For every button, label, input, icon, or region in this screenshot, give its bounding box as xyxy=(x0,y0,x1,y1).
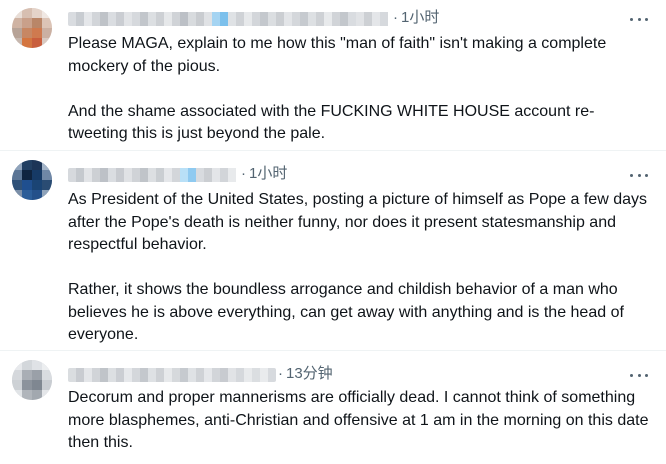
avatar-pixel xyxy=(32,360,42,370)
avatar-pixel xyxy=(42,380,52,390)
reply-text: Decorum and proper mannerisms are offici… xyxy=(68,389,653,451)
reply-timestamp[interactable]: 1小时 xyxy=(249,165,287,182)
reply-timestamp[interactable]: 13分钟 xyxy=(286,365,333,382)
more-horizontal-icon xyxy=(630,373,633,377)
avatar-pixel xyxy=(12,18,22,28)
avatar-pixel xyxy=(42,360,52,370)
more-options-button[interactable] xyxy=(630,166,648,184)
avatar-pixel xyxy=(42,38,52,48)
more-horizontal-icon xyxy=(645,173,648,177)
avatar[interactable] xyxy=(12,160,52,200)
reply-item[interactable]: · 1小时 Please MAGA, explain to me how this… xyxy=(0,0,666,150)
avatar-pixel xyxy=(42,180,52,190)
avatar-pixel xyxy=(32,390,42,400)
blurred-username[interactable] xyxy=(68,368,276,382)
meta-separator: · xyxy=(393,9,398,26)
avatar-pixel xyxy=(32,170,42,180)
reply-text: Please MAGA, explain to me how this "man… xyxy=(68,35,607,142)
avatar-pixel xyxy=(42,28,52,38)
avatar-pixel xyxy=(42,8,52,18)
avatar-pixel xyxy=(32,180,42,190)
avatar-pixel xyxy=(12,370,22,380)
reply-item[interactable]: · 13分钟 Decorum and proper mannerisms are … xyxy=(0,351,666,464)
avatar-pixel xyxy=(32,38,42,48)
avatar-pixel xyxy=(32,190,42,200)
avatar-pixel xyxy=(32,370,42,380)
avatar-pixel xyxy=(22,370,32,380)
reply-meta: · 1小时 xyxy=(391,9,439,27)
avatar[interactable] xyxy=(12,8,52,48)
avatar-pixel xyxy=(22,380,32,390)
reply-text: As President of the United States, posti… xyxy=(68,191,647,343)
more-horizontal-icon xyxy=(645,17,648,21)
avatar-pixel xyxy=(32,8,42,18)
avatar-pixel xyxy=(12,360,22,370)
meta-separator: · xyxy=(278,365,283,382)
avatar-pixel xyxy=(12,38,22,48)
avatar-pixel xyxy=(32,18,42,28)
blurred-username[interactable] xyxy=(68,168,238,182)
avatar-pixel xyxy=(32,380,42,390)
more-horizontal-icon xyxy=(637,17,641,21)
avatar-pixel xyxy=(12,160,22,170)
avatar-pixel xyxy=(12,8,22,18)
avatar[interactable] xyxy=(12,360,52,400)
avatar-pixel xyxy=(12,170,22,180)
more-options-button[interactable] xyxy=(630,366,648,384)
more-horizontal-icon xyxy=(630,17,633,21)
avatar-pixel xyxy=(42,18,52,28)
reply-meta: · 1小时 xyxy=(239,165,287,183)
more-horizontal-icon xyxy=(630,173,633,177)
avatar-pixel xyxy=(22,160,32,170)
reply-item[interactable]: · 1小时 As President of the United States, … xyxy=(0,151,666,350)
avatar-pixel xyxy=(22,390,32,400)
avatar-pixel xyxy=(22,18,32,28)
avatar-pixel xyxy=(42,390,52,400)
blurred-username[interactable] xyxy=(68,12,390,26)
reply-timestamp[interactable]: 1小时 xyxy=(401,9,439,26)
avatar-pixel xyxy=(32,160,42,170)
avatar-pixel xyxy=(22,180,32,190)
avatar-pixel xyxy=(12,180,22,190)
avatar-pixel xyxy=(12,390,22,400)
avatar-pixel xyxy=(22,170,32,180)
avatar-pixel xyxy=(12,380,22,390)
more-horizontal-icon xyxy=(637,173,641,177)
avatar-pixel xyxy=(22,8,32,18)
avatar-pixel xyxy=(42,170,52,180)
avatar-pixel xyxy=(22,190,32,200)
more-horizontal-icon xyxy=(645,373,648,377)
avatar-pixel xyxy=(22,28,32,38)
meta-separator: · xyxy=(241,165,246,182)
avatar-pixel xyxy=(42,160,52,170)
avatar-pixel xyxy=(22,38,32,48)
avatar-pixel xyxy=(12,28,22,38)
more-horizontal-icon xyxy=(637,373,641,377)
more-options-button[interactable] xyxy=(630,10,648,28)
reply-meta: · 13分钟 xyxy=(276,365,333,383)
avatar-pixel xyxy=(42,370,52,380)
avatar-pixel xyxy=(12,190,22,200)
avatar-pixel xyxy=(42,190,52,200)
avatar-pixel xyxy=(22,360,32,370)
avatar-pixel xyxy=(32,28,42,38)
